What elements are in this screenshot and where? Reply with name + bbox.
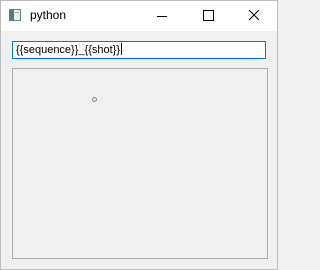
close-icon — [248, 9, 260, 21]
maximize-icon — [203, 10, 214, 21]
minimize-button[interactable] — [139, 1, 185, 31]
python-window-icon — [9, 8, 21, 21]
title-bar[interactable]: python — [1, 1, 277, 31]
app-window: python {{sequence}}_{{shot}} — [0, 0, 278, 270]
text-caret — [121, 43, 123, 55]
content-panel[interactable] — [12, 68, 268, 259]
minimize-icon — [157, 16, 167, 17]
cursor-icon — [92, 97, 97, 102]
window-title: python — [30, 8, 67, 22]
maximize-button[interactable] — [185, 1, 231, 31]
close-button[interactable] — [231, 1, 277, 31]
template-input-value: {{sequence}}_{{shot}} — [16, 44, 121, 56]
template-input[interactable]: {{sequence}}_{{shot}} — [12, 41, 266, 59]
